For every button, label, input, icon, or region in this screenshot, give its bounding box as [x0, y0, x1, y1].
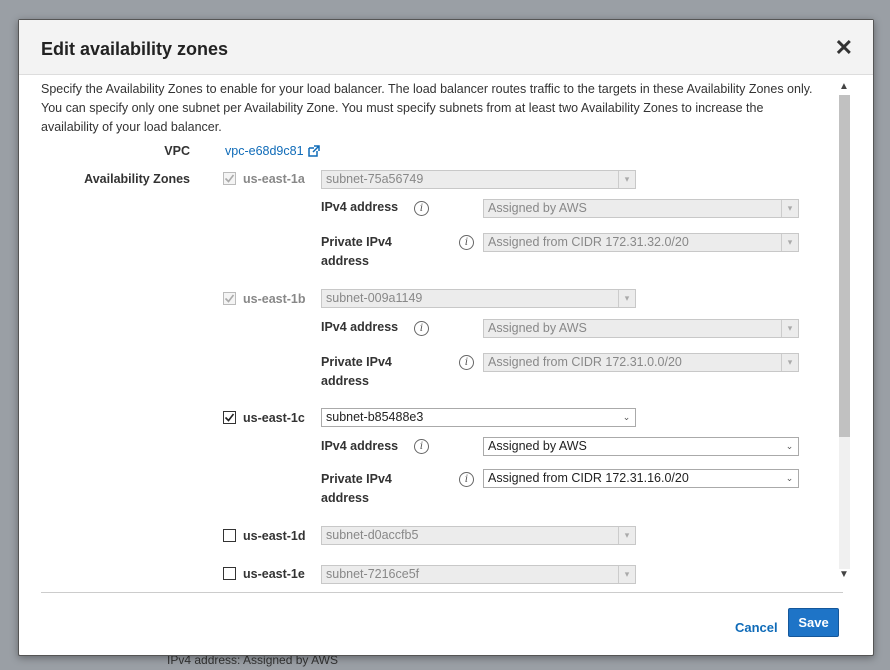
subnet-select-us-east-1a[interactable]: subnet-75a56749 ▾: [321, 170, 636, 189]
info-icon[interactable]: i: [459, 355, 474, 370]
zone-name-us-east-1b: us-east-1b: [243, 292, 306, 306]
dialog-body: Specify the Availability Zones to enable…: [19, 75, 873, 599]
zone-name-us-east-1d: us-east-1d: [243, 529, 306, 543]
ipv4-select-us-east-1c[interactable]: Assigned by AWS ⌄: [483, 437, 799, 456]
scroll-down-icon[interactable]: ▼: [839, 569, 849, 580]
save-button[interactable]: Save: [788, 608, 839, 637]
private-ipv4-value: Assigned from CIDR 172.31.16.0/20: [488, 471, 689, 485]
body-scrollbar[interactable]: ▲ ▼: [837, 81, 852, 584]
chevron-down-icon: ▾: [781, 320, 798, 337]
checkbox-us-east-1d[interactable]: [223, 529, 236, 542]
private-ipv4-value: Assigned from CIDR 172.31.0.0/20: [488, 355, 682, 369]
info-icon[interactable]: i: [459, 472, 474, 487]
dialog-title: Edit availability zones: [41, 39, 229, 59]
checkbox-us-east-1b[interactable]: [223, 292, 236, 305]
chevron-down-icon: ▾: [618, 171, 635, 188]
private-ipv4-select-us-east-1a[interactable]: Assigned from CIDR 172.31.32.0/20 ▾: [483, 233, 799, 252]
chevron-down-icon: ▾: [618, 527, 635, 544]
private-ipv4-label-us-east-1b: Private IPv4 address: [321, 355, 392, 388]
ipv4-value: Assigned by AWS: [488, 321, 587, 335]
chevron-down-icon: ▾: [618, 566, 635, 583]
ipv4-select-us-east-1b[interactable]: Assigned by AWS ▾: [483, 319, 799, 338]
scroll-up-icon[interactable]: ▲: [839, 81, 849, 92]
chevron-down-icon: ▾: [618, 290, 635, 307]
checkbox-us-east-1a[interactable]: [223, 172, 236, 185]
subnet-value: subnet-009a1149: [326, 291, 423, 305]
private-ipv4-label-us-east-1c: Private IPv4 address: [321, 472, 392, 505]
ipv4-select-us-east-1a[interactable]: Assigned by AWS ▾: [483, 199, 799, 218]
checkbox-us-east-1c[interactable]: [223, 411, 236, 424]
dialog-header: Edit availability zones ✕: [19, 20, 873, 75]
subnet-value: subnet-b85488e3: [326, 410, 424, 424]
subnet-value: subnet-75a56749: [326, 172, 424, 186]
footer-divider: [41, 592, 843, 593]
info-icon[interactable]: i: [414, 439, 429, 454]
zone-name-us-east-1e: us-east-1e: [243, 567, 305, 581]
subnet-select-us-east-1d[interactable]: subnet-d0accfb5 ▾: [321, 526, 636, 545]
scroll-thumb[interactable]: [839, 95, 850, 437]
subnet-select-us-east-1e[interactable]: subnet-7216ce5f ▾: [321, 565, 636, 584]
ipv4-value: Assigned by AWS: [488, 439, 587, 453]
chevron-down-icon: ⌄: [622, 412, 631, 422]
subnet-value: subnet-d0accfb5: [326, 528, 419, 542]
info-icon[interactable]: i: [459, 235, 474, 250]
subnet-select-us-east-1c[interactable]: subnet-b85488e3 ⌄: [321, 408, 636, 427]
checkbox-us-east-1e[interactable]: [223, 567, 236, 580]
chevron-down-icon: ▾: [781, 354, 798, 371]
chevron-down-icon: ▾: [781, 234, 798, 251]
chevron-down-icon: ⌄: [785, 441, 794, 451]
vpc-link-text: vpc-e68d9c81: [225, 144, 304, 158]
info-icon[interactable]: i: [414, 201, 429, 216]
ipv4-value: Assigned by AWS: [488, 201, 587, 215]
cancel-button[interactable]: Cancel: [735, 620, 778, 635]
description-text: Specify the Availability Zones to enable…: [41, 82, 813, 134]
zone-name-us-east-1c: us-east-1c: [243, 411, 305, 425]
private-ipv4-select-us-east-1b[interactable]: Assigned from CIDR 172.31.0.0/20 ▾: [483, 353, 799, 372]
chevron-down-icon: ⌄: [785, 473, 794, 483]
ipv4-label-us-east-1c: IPv4 address: [321, 439, 399, 453]
private-ipv4-select-us-east-1c[interactable]: Assigned from CIDR 172.31.16.0/20 ⌄: [483, 469, 799, 488]
external-link-icon: [307, 145, 320, 157]
zone-name-us-east-1a: us-east-1a: [243, 172, 305, 186]
availability-zones-label: Availability Zones: [84, 172, 190, 186]
private-ipv4-label-us-east-1a: Private IPv4 address: [321, 235, 392, 268]
ipv4-label-us-east-1b: IPv4 address: [321, 320, 399, 334]
chevron-down-icon: ▾: [781, 200, 798, 217]
vpc-link[interactable]: vpc-e68d9c81: [225, 144, 320, 158]
subnet-select-us-east-1b[interactable]: subnet-009a1149 ▾: [321, 289, 636, 308]
close-icon[interactable]: ✕: [835, 36, 853, 60]
vpc-label: VPC: [164, 144, 190, 158]
info-icon[interactable]: i: [414, 321, 429, 336]
private-ipv4-value: Assigned from CIDR 172.31.32.0/20: [488, 235, 689, 249]
subnet-value: subnet-7216ce5f: [326, 567, 420, 581]
edit-availability-zones-dialog: Edit availability zones ✕ Specify the Av…: [18, 19, 874, 656]
ipv4-label-us-east-1a: IPv4 address: [321, 200, 399, 214]
